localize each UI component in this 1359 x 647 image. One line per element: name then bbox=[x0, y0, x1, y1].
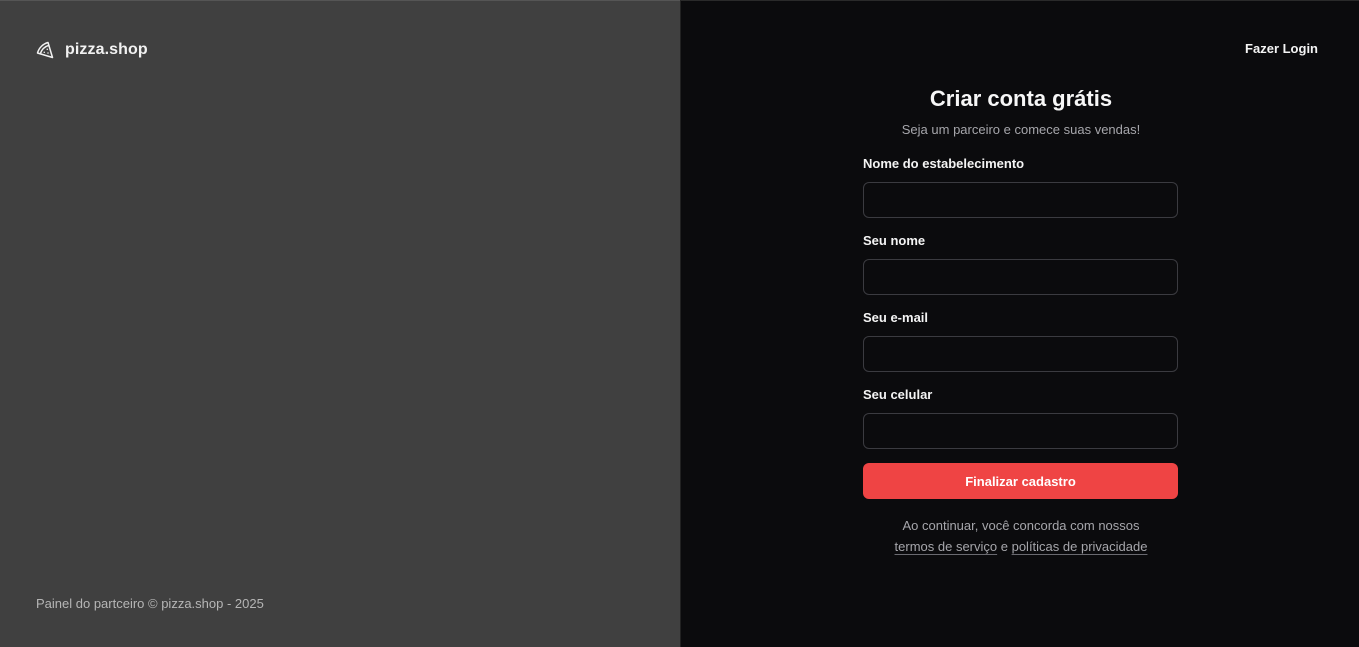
name-input[interactable] bbox=[863, 259, 1178, 295]
pizza-icon bbox=[36, 41, 54, 59]
name-label: Seu nome bbox=[863, 233, 926, 248]
phone-input[interactable] bbox=[863, 413, 1178, 449]
page-title: Criar conta grátis bbox=[929, 86, 1113, 111]
establishment-name-field-group: Nome do estabelecimento bbox=[863, 155, 1179, 218]
terms-notice: Ao continuar, você concorda com nossos t… bbox=[863, 515, 1179, 557]
terms-prefix: Ao continuar, você concorda com nossos bbox=[902, 518, 1140, 533]
email-field-group: Seu e-mail bbox=[863, 309, 1179, 372]
privacy-policy-link[interactable]: políticas de privacidade bbox=[1012, 539, 1148, 554]
email-label: Seu e-mail bbox=[863, 310, 929, 325]
establishment-name-input[interactable] bbox=[863, 182, 1178, 218]
signup-panel: Fazer Login Criar conta grátis Seja um p… bbox=[680, 0, 1359, 647]
terms-connector: e bbox=[997, 539, 1012, 554]
name-field-group: Seu nome bbox=[863, 232, 1179, 295]
phone-field-group: Seu celular bbox=[863, 386, 1179, 449]
brand-name: pizza.shop bbox=[65, 41, 148, 58]
terms-of-service-link[interactable]: termos de serviço bbox=[895, 539, 998, 554]
brand: pizza.shop bbox=[36, 41, 148, 59]
signup-form: Criar conta grátis Seja um parceiro e co… bbox=[863, 85, 1179, 570]
phone-label: Seu celular bbox=[863, 387, 933, 402]
submit-button[interactable]: Finalizar cadastro bbox=[863, 463, 1178, 499]
establishment-name-label: Nome do estabelecimento bbox=[863, 156, 1025, 171]
login-link[interactable]: Fazer Login bbox=[1245, 41, 1318, 56]
email-input[interactable] bbox=[863, 336, 1178, 372]
signup-page: pizza.shop Painel do partceiro © pizza.s… bbox=[0, 0, 1359, 647]
page-subtitle: Seja um parceiro e comece suas vendas! bbox=[901, 122, 1141, 137]
brand-panel: pizza.shop Painel do partceiro © pizza.s… bbox=[0, 0, 680, 647]
footer-text: Painel do partceiro © pizza.shop - 2025 bbox=[36, 596, 264, 611]
